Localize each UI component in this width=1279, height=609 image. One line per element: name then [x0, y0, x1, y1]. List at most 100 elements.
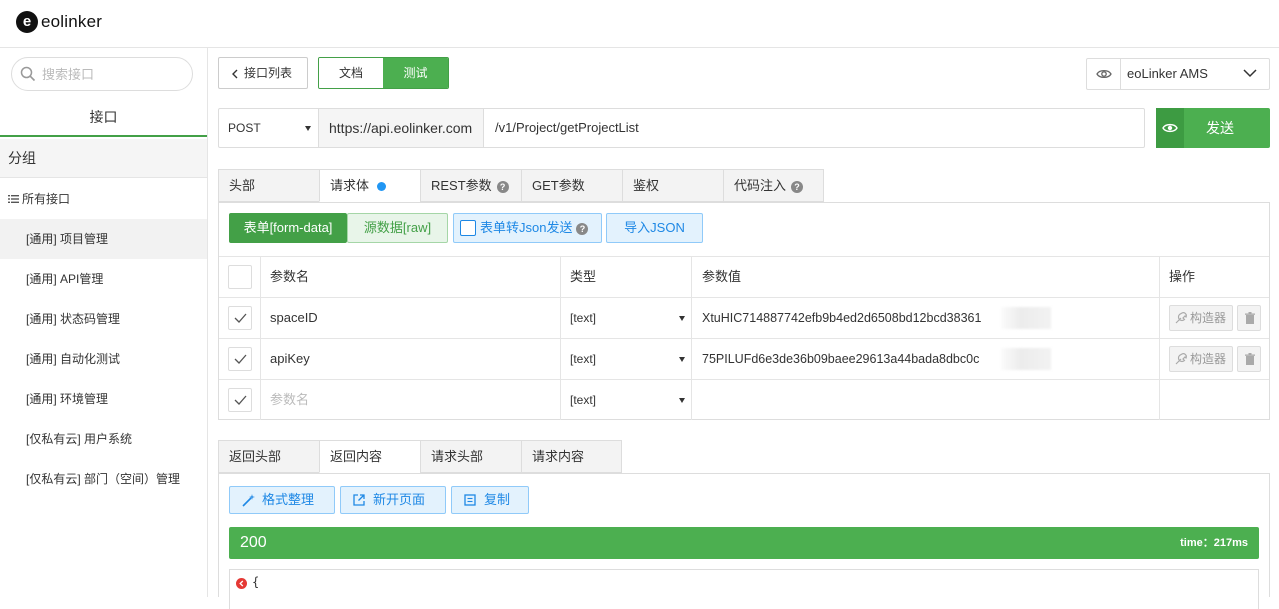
tab-label: 请求内容	[532, 449, 585, 464]
param-value-input[interactable]: 75PILUFd6e3de36b09baee29613a44bada8dbc0c	[702, 339, 979, 379]
path-input[interactable]: /v1/Project/getProjectList	[495, 109, 639, 147]
search-input[interactable]	[42, 64, 182, 84]
caret-down-icon	[679, 357, 685, 362]
param-name-input[interactable]: spaceID	[270, 298, 318, 338]
builder-button[interactable]: 构造器	[1169, 305, 1233, 331]
format-button[interactable]: 格式整理	[229, 486, 335, 514]
column-divider	[1159, 339, 1160, 379]
sidebar-tab-api[interactable]: 接口	[0, 100, 207, 137]
form-data-button[interactable]: 表单[form-data]	[229, 213, 347, 243]
env-label: eoLinker AMS	[1127, 66, 1208, 81]
caret-down-icon	[679, 316, 685, 321]
column-divider	[260, 339, 261, 379]
json-open-brace: {	[252, 575, 260, 589]
col-header-ops: 操作	[1169, 269, 1196, 284]
tab-code-injection[interactable]: 代码注入?	[723, 169, 824, 202]
copy-button[interactable]: 复制	[451, 486, 529, 514]
tab-request-body[interactable]: 请求内容	[521, 440, 622, 473]
main-area: 接口列表 文档 测试 eoLinker AMS POST https://api…	[208, 48, 1279, 609]
chevron-left-icon	[239, 580, 244, 587]
help-icon[interactable]: ?	[496, 181, 509, 193]
group-item-all-label: 所有接口	[22, 192, 71, 206]
raw-button[interactable]: 源数据[raw]	[347, 213, 448, 243]
select-all-checkbox[interactable]	[228, 265, 252, 289]
check-icon	[234, 395, 247, 405]
param-name-input[interactable]: apiKey	[270, 339, 310, 379]
param-value-input[interactable]: XtuHIC714887742efb9b4ed2d6508bd12bcd3836…	[702, 298, 981, 338]
param-type-select[interactable]: [text]	[570, 298, 596, 338]
column-divider	[1159, 298, 1160, 338]
row-checkbox[interactable]	[228, 347, 252, 371]
tab-label: 头部	[229, 178, 256, 193]
tab-auth[interactable]: 鉴权	[622, 169, 723, 202]
list-icon	[8, 195, 19, 203]
tab-response-body[interactable]: 返回内容	[319, 440, 420, 473]
group-item[interactable]: [通用] 项目管理	[0, 219, 207, 259]
env-view-button[interactable]	[1087, 59, 1121, 89]
group-item[interactable]: [仅私有云] 用户系统	[0, 419, 207, 459]
response-panel: 格式整理 新开页面 复制 200 time：217ms {	[218, 473, 1270, 609]
delete-row-button[interactable]	[1237, 305, 1261, 331]
column-divider	[691, 257, 692, 297]
column-divider	[260, 257, 261, 297]
group-item-all[interactable]: 所有接口	[0, 179, 207, 219]
tab-label: 返回头部	[229, 449, 282, 464]
group-item[interactable]: [通用] 自动化测试	[0, 339, 207, 379]
help-icon[interactable]: ?	[791, 181, 804, 193]
param-type-select[interactable]: [text]	[570, 339, 596, 379]
tab-response-headers[interactable]: 返回头部	[218, 440, 319, 473]
request-body-panel: 表单[form-data] 源数据[raw] 表单转Json发送? 导入JSON…	[218, 202, 1270, 420]
search-box[interactable]	[11, 57, 193, 91]
column-divider	[691, 298, 692, 338]
tab-label: 返回内容	[330, 449, 383, 464]
import-json-button[interactable]: 导入JSON	[606, 213, 703, 243]
tab-get-params[interactable]: GET参数	[521, 169, 622, 202]
method-value: POST	[228, 121, 261, 135]
tab-label: 请求头部	[431, 449, 484, 464]
builder-button[interactable]: 构造器	[1169, 346, 1233, 372]
back-label: 接口列表	[243, 66, 292, 80]
external-link-icon	[353, 494, 365, 506]
tab-rest-params[interactable]: REST参数?	[420, 169, 521, 202]
col-header-name: 参数名	[270, 269, 310, 284]
send-view-toggle[interactable]	[1156, 108, 1184, 148]
eolinker-logo[interactable]: e eolinker	[16, 11, 102, 33]
group-item[interactable]: [通用] 状态码管理	[0, 299, 207, 339]
open-new-page-button[interactable]: 新开页面	[340, 486, 446, 514]
tab-body[interactable]: 请求体	[319, 169, 420, 202]
environment-select[interactable]: eoLinker AMS	[1086, 58, 1270, 90]
param-type-select[interactable]: [text]	[570, 380, 596, 420]
new-page-label: 新开页面	[373, 492, 426, 507]
form-to-json-checkbox[interactable]	[460, 220, 476, 236]
collapse-toggle[interactable]	[236, 578, 247, 589]
tab-headers[interactable]: 头部	[218, 169, 319, 202]
group-item[interactable]: [通用] 环境管理	[0, 379, 207, 419]
send-button[interactable]: 发送	[1156, 108, 1270, 148]
back-to-list-button[interactable]: 接口列表	[218, 57, 308, 89]
row-checkbox[interactable]	[228, 388, 252, 412]
params-table: 参数名 类型 参数值 操作 spaceID [text] XtuHIC71488…	[219, 256, 1269, 420]
group-item[interactable]: [通用] API管理	[0, 259, 207, 299]
table-row: apiKey [text] 75PILUFd6e3de36b09baee2961…	[219, 338, 1269, 379]
copy-icon	[464, 494, 476, 506]
doc-button[interactable]: 文档	[319, 58, 383, 88]
test-button[interactable]: 测试	[383, 58, 448, 88]
row-checkbox[interactable]	[228, 306, 252, 330]
check-icon	[234, 354, 247, 364]
check-icon	[234, 313, 247, 323]
delete-row-button[interactable]	[1237, 346, 1261, 372]
form-to-json-toggle[interactable]: 表单转Json发送?	[453, 213, 602, 243]
top-bar: e eolinker	[0, 0, 1279, 48]
group-list: 所有接口 [通用] 项目管理 [通用] API管理 [通用] 状态码管理 [通用…	[0, 179, 207, 499]
tab-label: 代码注入	[734, 178, 787, 193]
magic-wand-icon	[242, 494, 255, 507]
request-url-bar: POST https://api.eolinker.com /v1/Projec…	[218, 108, 1145, 148]
redaction-blur	[1001, 307, 1051, 329]
tab-request-headers[interactable]: 请求头部	[420, 440, 521, 473]
help-icon[interactable]: ?	[576, 223, 589, 235]
method-select[interactable]: POST	[219, 109, 319, 147]
table-row-new: 参数名 [text]	[219, 379, 1269, 420]
column-divider	[1159, 380, 1160, 420]
param-name-input[interactable]: 参数名	[270, 380, 309, 420]
group-item[interactable]: [仅私有云] 部门（空间）管理	[0, 459, 207, 499]
